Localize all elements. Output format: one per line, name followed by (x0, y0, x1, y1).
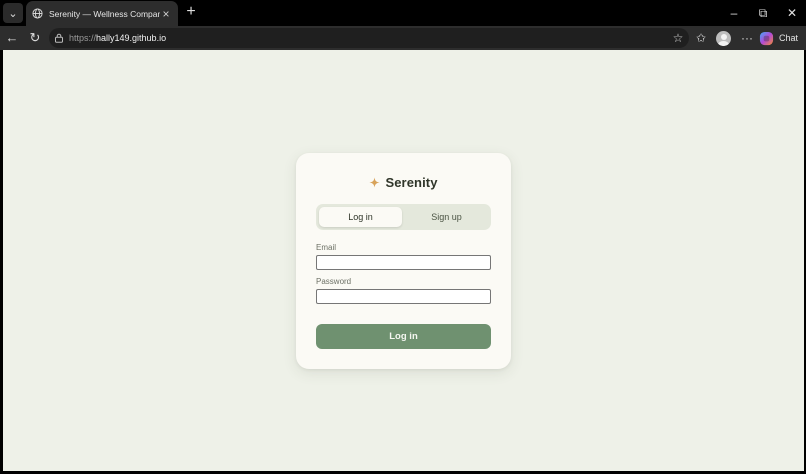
minimize-icon[interactable]: – (726, 5, 742, 21)
copilot-icon (759, 31, 774, 45)
favorites-icon[interactable]: ✩ (693, 30, 709, 46)
login-card: Serenity Log in Sign up Email Password L… (296, 153, 511, 369)
url-text: https://hally149.github.io (69, 33, 166, 43)
browser-title-bar: ⌄ Serenity — Wellness Companion × + – ⧉ … (0, 0, 806, 26)
password-field[interactable] (316, 289, 491, 304)
reload-icon[interactable]: ↻ (27, 30, 43, 46)
url-scheme: https:// (69, 33, 97, 43)
more-icon[interactable]: ··· (739, 30, 755, 46)
chat-label: Chat (779, 33, 799, 43)
browser-tab[interactable]: Serenity — Wellness Companion × (26, 1, 178, 26)
tab-title: Serenity — Wellness Companion (49, 8, 160, 19)
brand-name: Serenity (385, 175, 438, 190)
brand: Serenity (296, 175, 511, 190)
page-viewport: Serenity Log in Sign up Email Password L… (3, 50, 804, 471)
chat-button[interactable]: Chat (759, 29, 798, 47)
lock-icon[interactable] (54, 33, 64, 43)
plus-icon[interactable]: + (183, 4, 199, 20)
restore-icon[interactable]: ⧉ (755, 5, 771, 21)
profile-icon[interactable] (716, 31, 731, 46)
tab-log-in[interactable]: Log in (319, 207, 402, 227)
star-icon[interactable]: ☆ (670, 30, 686, 46)
back-arrow-icon[interactable]: ← (4, 30, 20, 46)
tab-list-button[interactable]: ⌄ (3, 3, 23, 23)
email-field[interactable] (316, 255, 491, 270)
auth-mode-toggle: Log in Sign up (316, 204, 491, 230)
log-in-button[interactable]: Log in (316, 324, 491, 349)
address-bar[interactable]: https://hally149.github.io (49, 28, 689, 48)
url-host: hally149.github.io (96, 33, 167, 43)
globe-icon (32, 8, 43, 19)
sparkle-icon (369, 177, 380, 188)
password-label: Password (316, 277, 352, 286)
email-label: Email (316, 243, 337, 252)
close-icon[interactable]: × (160, 7, 172, 21)
chevron-down-icon: ⌄ (8, 7, 18, 20)
tab-sign-up[interactable]: Sign up (405, 207, 488, 227)
close-icon[interactable]: ✕ (784, 5, 800, 21)
